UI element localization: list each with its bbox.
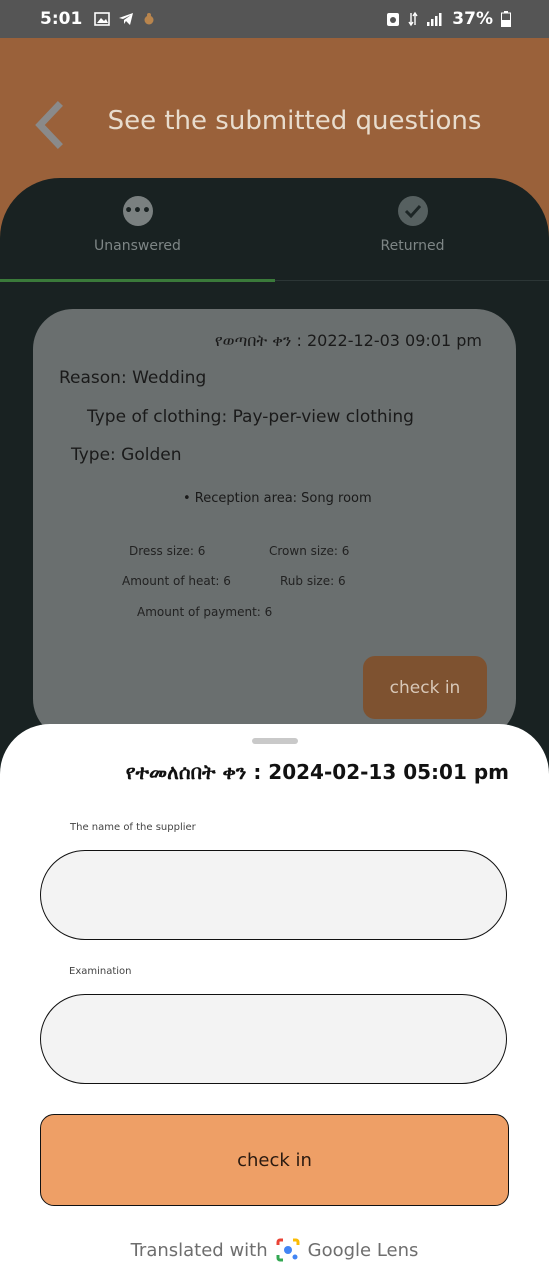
check-circle-icon <box>397 196 428 226</box>
recycle-icon <box>387 13 400 26</box>
tab-indicator <box>0 279 275 282</box>
dress-size-text: Dress size: 6 <box>129 544 206 558</box>
google-lens-icon <box>276 1238 300 1262</box>
reception-area-text: • Reception area: Song room <box>183 491 372 506</box>
battery-percent: 37% <box>452 9 493 29</box>
question-card[interactable]: የወጣበት ቀን : 2022-12-03 09:01 pm Reason: W… <box>33 309 516 739</box>
gallery-icon <box>94 12 111 26</box>
tab-unanswered-label: Unanswered <box>94 238 181 254</box>
battery-icon <box>501 11 511 27</box>
tab-unanswered[interactable]: ••• Unanswered <box>0 196 275 254</box>
back-arrow-icon[interactable] <box>30 100 70 150</box>
status-time: 5:01 <box>40 9 83 29</box>
tab-returned-label: Returned <box>380 238 445 254</box>
examination-label: Examination <box>69 966 132 977</box>
bottom-sheet: የተመለሰበት ቀን : 2024-02-13 05:01 pm The nam… <box>0 724 549 1280</box>
issue-date: የወጣበት ቀን : 2022-12-03 09:01 pm <box>214 331 482 350</box>
translated-with-text: Translated with <box>130 1239 268 1261</box>
telegram-icon <box>119 13 134 25</box>
tab-returned[interactable]: Returned <box>275 196 549 254</box>
bug-notification-icon <box>144 13 154 25</box>
page-title: See the submitted questions <box>107 106 482 136</box>
supplier-input[interactable] <box>40 850 507 940</box>
signal-icon <box>427 13 442 26</box>
type-text: Type: Golden <box>71 445 182 465</box>
tab-divider <box>275 280 549 281</box>
payment-amount-text: Amount of payment: 6 <box>137 605 273 619</box>
data-transfer-icon <box>408 11 418 27</box>
google-lens-brand: Google Lens <box>307 1239 419 1261</box>
heat-amount-text: Amount of heat: 6 <box>122 574 231 588</box>
card-check-in-button[interactable]: check in <box>363 656 487 719</box>
crown-size-text: Crown size: 6 <box>269 544 350 558</box>
drag-handle[interactable] <box>252 738 298 744</box>
clothing-type-text: Type of clothing: Pay-per-view clothing <box>87 407 414 427</box>
more-horiz-icon: ••• <box>122 196 153 226</box>
supplier-label: The name of the supplier <box>70 822 196 833</box>
returned-date: የተመለሰበት ቀን : 2024-02-13 05:01 pm <box>125 760 509 784</box>
rub-size-text: Rub size: 6 <box>280 574 346 588</box>
examination-input[interactable] <box>40 994 507 1084</box>
check-in-button[interactable]: check in <box>40 1114 509 1206</box>
reason-text: Reason: Wedding <box>59 368 207 388</box>
translation-footer: Translated with Google Lens <box>0 1238 549 1262</box>
status-bar: 5:01 37% <box>0 0 549 38</box>
